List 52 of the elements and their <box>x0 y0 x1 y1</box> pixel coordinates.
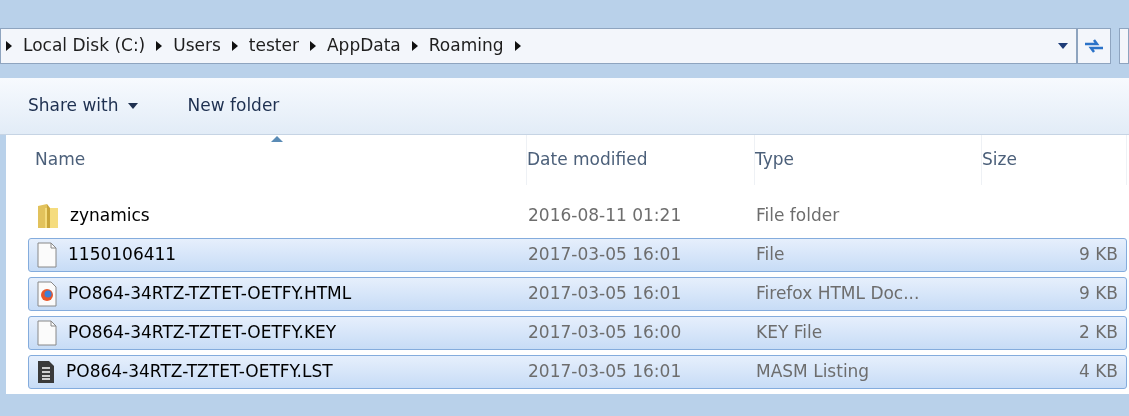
browser-file-icon <box>37 281 57 307</box>
share-menu-button[interactable]: Share with <box>28 93 138 119</box>
file-row[interactable]: PO864-34RTZ-TZTET-OETFY.HTML 2017-03-05 16:01 Firefox HTML Doc... 9 KB <box>28 277 1127 311</box>
breadcrumb-item[interactable]: AppData <box>326 33 401 59</box>
file-size: 2 KB <box>1078 321 1118 345</box>
file-type: MASM Listing <box>756 360 871 384</box>
file-name: zynamics <box>70 204 150 228</box>
file-name: 1150106411 <box>68 243 177 267</box>
file-type: File <box>756 243 786 267</box>
chevron-right-icon[interactable] <box>156 41 163 51</box>
column-header[interactable]: Date modified <box>527 135 755 185</box>
file-size: 4 KB <box>1078 360 1118 384</box>
caret-icon <box>127 103 138 109</box>
date-modified: 2017-03-05 16:01 <box>528 282 683 306</box>
column-header[interactable]: Size <box>982 135 1127 185</box>
breadcrumb-item[interactable]: tester <box>248 33 299 59</box>
file-type: KEY File <box>756 321 824 345</box>
address-bar[interactable]: Local Disk (C:) Users tester AppData Roaming <box>0 28 1077 64</box>
chevron-right-icon[interactable] <box>309 41 316 51</box>
file-icon <box>37 242 57 268</box>
text-file-icon <box>37 360 55 384</box>
file-row[interactable]: 1150106411 2017-03-05 16:01 File 9 KB <box>28 238 1127 272</box>
dropdown-caret-icon[interactable] <box>1058 43 1068 49</box>
refresh-button[interactable] <box>1077 28 1111 64</box>
breadcrumb-item[interactable]: Local Disk (C:) <box>23 33 146 59</box>
folder-icon <box>37 203 59 229</box>
file-row[interactable]: zynamics 2016-08-11 01:21 File folder <box>28 199 1127 233</box>
file-size: 9 KB <box>1078 243 1118 267</box>
file-name: PO864-34RTZ-TZTET-OETFY.LST <box>66 360 333 384</box>
file-row[interactable]: PO864-34RTZ-TZTET-OETFY.KEY 2017-03-05 16:00 KEY File 2 KB <box>28 316 1127 350</box>
breadcrumb-item[interactable]: Roaming <box>428 33 504 59</box>
chevron-right-icon[interactable] <box>6 41 12 51</box>
file-row[interactable]: PO864-34RTZ-TZTET-OETFY.LST 2017-03-05 16:01 MASM Listing 4 KB <box>28 355 1127 389</box>
column-header[interactable]: Type <box>755 135 982 185</box>
date-modified: 2017-03-05 16:01 <box>528 243 683 267</box>
file-type: Firefox HTML Doc... <box>756 282 921 306</box>
breadcrumb-item[interactable]: Users <box>173 33 221 59</box>
file-name: PO864-34RTZ-TZTET-OETFY.KEY <box>68 321 337 345</box>
file-type: File folder <box>756 204 841 228</box>
file-icon <box>37 320 57 346</box>
chevron-right-icon[interactable] <box>231 41 238 51</box>
search-field[interactable] <box>1119 28 1129 64</box>
chevron-right-icon[interactable] <box>411 41 418 51</box>
date-modified: 2016-08-11 01:21 <box>528 204 683 228</box>
column-header[interactable]: Name <box>28 135 527 185</box>
file-size: 9 KB <box>1078 282 1118 306</box>
file-name: PO864-34RTZ-TZTET-OETFY.HTML <box>68 282 352 306</box>
new-folder-button[interactable]: New folder <box>187 93 280 119</box>
date-modified: 2017-03-05 16:00 <box>528 321 683 345</box>
chevron-right-icon[interactable] <box>514 41 521 51</box>
date-modified: 2017-03-05 16:01 <box>528 360 683 384</box>
refresh-arrows-icon <box>1084 38 1104 54</box>
